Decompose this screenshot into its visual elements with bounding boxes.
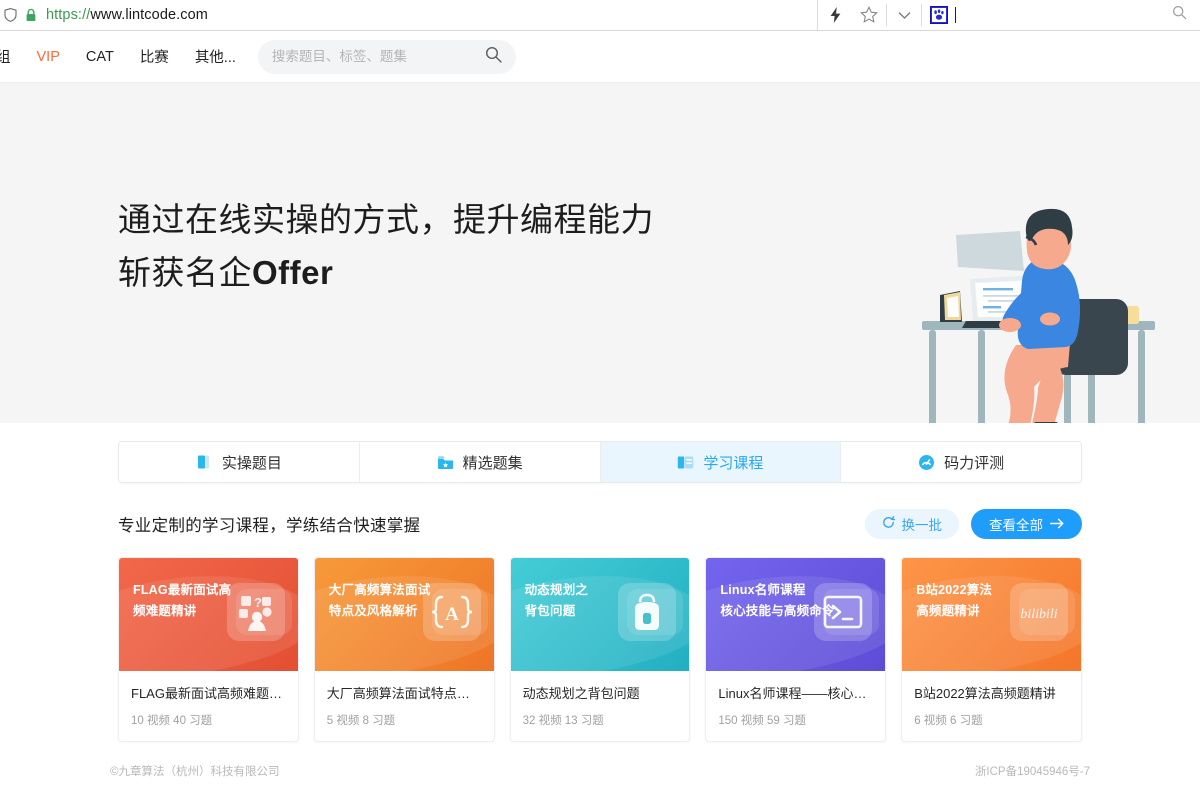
course-title: FLAG最新面试高频难题精讲	[131, 686, 286, 701]
course-card-list: FLAG最新面试高 频难题精讲 ? FLAG最新面试高频难题精讲 10 视频 4…	[118, 557, 1082, 742]
course-banner: B站2022算法 高频题精讲 bilibili	[902, 558, 1081, 671]
course-card[interactable]: Linux名师课程 核心技能与高频命令 Linux名师课程——核心技... 15…	[705, 557, 887, 742]
course-title: B站2022算法高频题精讲	[914, 686, 1056, 701]
baidu-paw-favicon	[930, 6, 948, 24]
nav-item-more[interactable]: 其他...	[193, 42, 238, 71]
course-meta: 150 视频 59 习题	[718, 715, 806, 727]
brackets-a-icon: A	[422, 583, 488, 641]
bilibili-logo-icon: bilibili	[1009, 583, 1075, 641]
arrow-right-icon	[1050, 517, 1064, 532]
hero-headline-en: Offer	[252, 254, 334, 291]
book-icon	[196, 454, 213, 471]
course-info: 动态规划之背包问题 32 视频 13 习题	[511, 671, 690, 741]
course-title: 大厂高频算法面试特点及风...	[326, 686, 482, 701]
view-all-button[interactable]: 查看全部	[971, 509, 1082, 539]
url-scheme: https://	[46, 7, 91, 23]
browser-search-box[interactable]	[922, 0, 1200, 30]
chevron-down-icon[interactable]	[887, 0, 921, 31]
course-meta: 5 视频 8 习题	[326, 715, 396, 727]
gauge-icon	[918, 454, 935, 471]
course-card[interactable]: FLAG最新面试高 频难题精讲 ? FLAG最新面试高频难题精讲 10 视频 4…	[118, 557, 299, 742]
course-banner: Linux名师课程 核心技能与高频命令	[706, 558, 886, 671]
course-info: FLAG最新面试高频难题精讲 10 视频 40 习题	[119, 671, 298, 741]
nav-item-vip[interactable]: VIP	[35, 45, 62, 69]
backpack-icon	[618, 583, 684, 641]
hero-banner: 通过在线实操的方式，提升编程能力 斩获名企Offer	[0, 83, 1200, 423]
course-meta: 6 视频 6 习题	[914, 715, 983, 727]
hero-headline-line2: 斩获名企Offer	[118, 246, 654, 299]
course-card-icon	[677, 454, 694, 471]
folder-star-icon	[437, 454, 454, 471]
search-icon[interactable]	[1172, 5, 1187, 25]
site-navigation: 组 VIP CAT 比赛 其他...	[0, 31, 1200, 83]
url-host: www.lintcode.com	[90, 7, 208, 23]
course-meta: 10 视频 40 习题	[131, 715, 213, 727]
tab-practice-problems[interactable]: 实操题目	[119, 442, 360, 482]
star-bookmark-icon[interactable]	[852, 0, 886, 31]
course-banner: 动态规划之 背包问题	[510, 558, 690, 671]
nav-item-contest[interactable]: 比赛	[138, 42, 171, 71]
copyright-text: ©九章算法（杭州）科技有限公司	[110, 766, 280, 778]
course-meta: 32 视频 13 习题	[522, 715, 604, 727]
view-all-label: 查看全部	[989, 518, 1043, 533]
shuffle-label: 换一批	[901, 518, 943, 533]
course-card[interactable]: 动态规划之 背包问题 动态规划之背包问题 32 视频 13 习题	[509, 557, 691, 742]
course-title: 动态规划之背包问题	[522, 686, 640, 701]
course-card[interactable]: B站2022算法 高频题精讲 bilibili B站2022算法高频题精讲 6 …	[901, 557, 1082, 742]
course-card[interactable]: 大厂高频算法面试 特点及风格解析 A 大厂高频算法面试特点及风... 5 视频 …	[313, 557, 495, 742]
hero-copy: 通过在线实操的方式，提升编程能力 斩获名企Offer	[0, 193, 654, 300]
svg-text:?: ?	[254, 595, 262, 610]
course-banner: FLAG最新面试高 频难题精讲 ?	[119, 558, 298, 671]
refresh-icon	[882, 516, 895, 532]
hero-headline-line1: 通过在线实操的方式，提升编程能力	[118, 200, 654, 238]
browser-actions	[818, 0, 922, 30]
section-header: 专业定制的学习课程，学练结合快速掌握 换一批 查看全部	[118, 509, 1082, 539]
tab-code-assessment[interactable]: 码力评测	[841, 442, 1081, 482]
tab-label: 精选题集	[462, 454, 523, 472]
hero-headline-cn: 斩获名企	[118, 254, 252, 291]
main-content: 实操题目 精选题集 学习课程 码力评测 专业定制的学习课程，学练结合快速掌握 换…	[0, 441, 1200, 742]
page-footer: ©九章算法（杭州）科技有限公司 浙ICP备19045946号-7	[0, 763, 1200, 779]
nav-links: 组 VIP CAT 比赛 其他...	[0, 42, 238, 71]
tab-label: 实操题目	[221, 454, 282, 472]
browser-toolbar: https://www.lintcode.com	[0, 0, 1200, 31]
tab-learning-courses[interactable]: 学习课程	[600, 442, 842, 482]
nav-item-group[interactable]: 组	[0, 42, 13, 71]
icp-license-text[interactable]: 浙ICP备19045946号-7	[975, 763, 1090, 779]
svg-text:bilibili: bilibili	[1020, 607, 1057, 622]
interview-chat-icon: ?	[226, 583, 292, 641]
tab-curated-sets[interactable]: 精选题集	[359, 442, 601, 482]
course-info: Linux名师课程——核心技... 150 视频 59 习题	[706, 671, 885, 741]
shield-icon	[2, 7, 18, 23]
course-info: 大厂高频算法面试特点及风... 5 视频 8 习题	[315, 671, 494, 741]
shuffle-button[interactable]: 换一批	[864, 509, 959, 539]
section-actions: 换一批 查看全部	[864, 509, 1082, 539]
category-tabs: 实操题目 精选题集 学习课程 码力评测	[118, 441, 1082, 483]
lightning-icon[interactable]	[818, 0, 852, 31]
search-input[interactable]	[271, 49, 472, 64]
tab-label: 码力评测	[944, 454, 1005, 472]
tab-label: 学习课程	[703, 454, 764, 472]
course-banner: 大厂高频算法面试 特点及风格解析 A	[314, 558, 494, 671]
course-info: B站2022算法高频题精讲 6 视频 6 习题	[902, 671, 1081, 741]
search-icon[interactable]	[485, 46, 502, 68]
url-text: https://www.lintcode.com	[46, 7, 208, 23]
person-at-desk-with-laptop-illustration	[898, 203, 1178, 423]
terminal-prompt-icon	[814, 583, 880, 641]
nav-item-cat[interactable]: CAT	[84, 45, 116, 69]
section-title: 专业定制的学习课程，学练结合快速掌握	[118, 517, 421, 535]
course-title: Linux名师课程——核心技...	[718, 686, 874, 701]
text-cursor	[955, 7, 956, 23]
lock-icon	[23, 7, 39, 23]
site-search-box[interactable]	[257, 39, 516, 74]
svg-text:A: A	[445, 604, 459, 625]
address-bar[interactable]: https://www.lintcode.com	[0, 0, 818, 30]
